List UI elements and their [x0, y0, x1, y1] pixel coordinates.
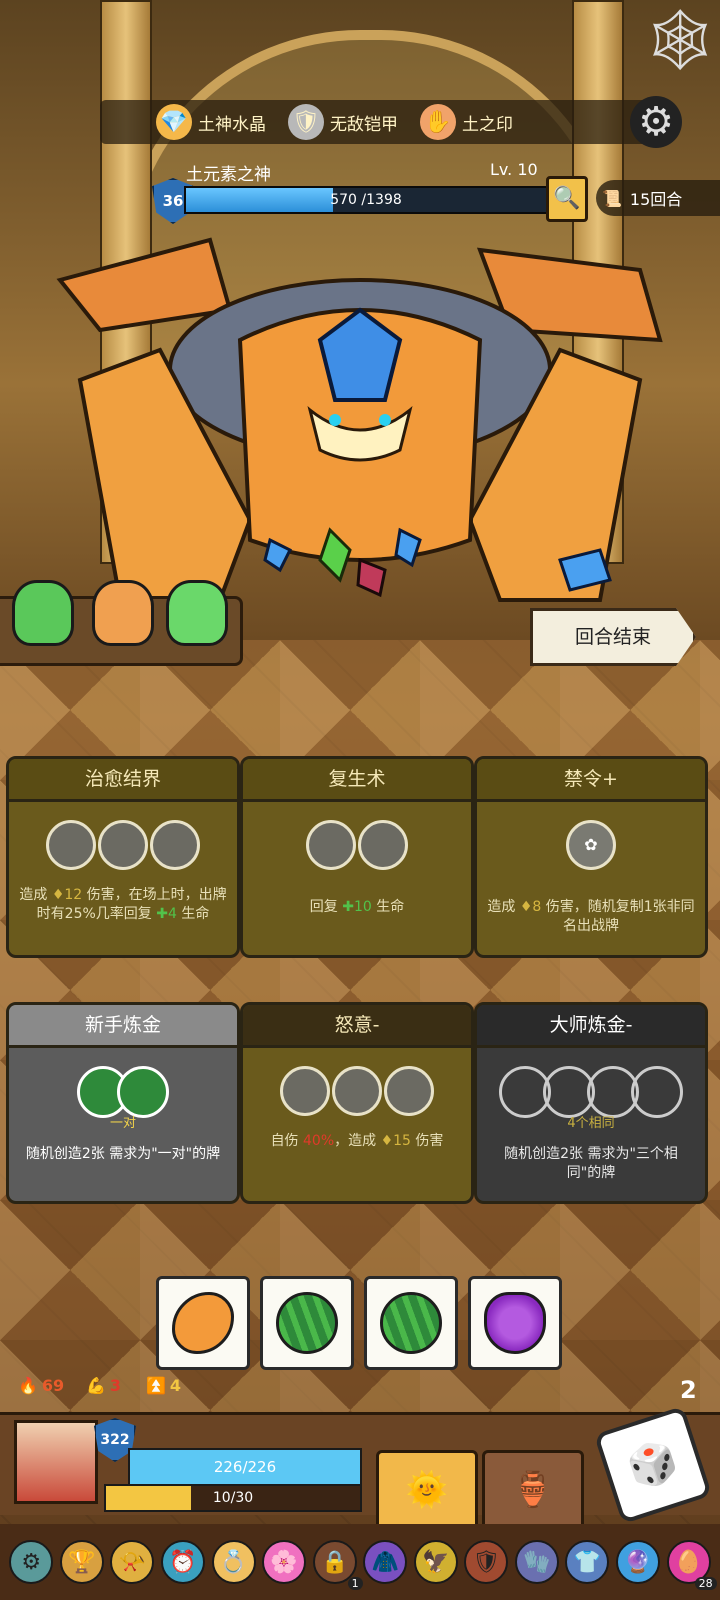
- relic-orb-icon[interactable]: 🔮: [616, 1540, 661, 1584]
- dice-slots: [477, 1066, 705, 1118]
- round-counter: 📜 15回合: [596, 180, 720, 216]
- energy-text: 10/30: [212, 1490, 254, 1506]
- inspect-magnifier-icon[interactable]: 🔍: [546, 176, 588, 222]
- die-watermelon[interactable]: [364, 1276, 458, 1370]
- player-portrait-avatar[interactable]: [14, 1420, 98, 1504]
- dice-slots: [9, 1066, 237, 1118]
- card-title: 新手炼金: [9, 1005, 237, 1048]
- die-mango[interactable]: [156, 1276, 250, 1370]
- empty-slot: [384, 1066, 434, 1116]
- sun-ability-icon: 🌞: [405, 1470, 449, 1510]
- earth-elemental-boss[interactable]: [40, 220, 680, 640]
- card-healing-barrier[interactable]: 治愈结界 造成 ♦12 伤害，在场上时，出牌时有25%几率回复 ✚4 生命: [6, 756, 240, 958]
- empty-slot: [306, 820, 356, 870]
- watermelon-icon: [276, 1292, 338, 1354]
- die-watermelon[interactable]: [260, 1276, 354, 1370]
- dice-slots: [243, 820, 471, 872]
- card-description: 自伤 40%，造成 ♦15 伤害: [270, 1133, 444, 1149]
- relic-claw-icon[interactable]: 🦅: [413, 1540, 458, 1584]
- card-title: 复生术: [243, 759, 471, 802]
- card-description: 随机创造2张 需求为"一对"的牌: [25, 1146, 221, 1162]
- fire-stat: 🔥 69: [18, 1376, 65, 1395]
- player-energy-bar: 10/30: [104, 1484, 362, 1512]
- card-title: 治愈结界: [9, 759, 237, 802]
- relic-lock-icon[interactable]: 🔒 1: [312, 1540, 363, 1590]
- dice-slots: [9, 820, 237, 872]
- boss-hp-text: 570 /1398: [330, 192, 402, 208]
- empty-slot: [332, 1066, 382, 1116]
- empty-slot: [631, 1066, 683, 1118]
- crystal-icon: 💎: [156, 104, 192, 140]
- pot-ability-icon: 🏺: [511, 1470, 555, 1510]
- relic-gauntlet-icon[interactable]: 🧤: [514, 1540, 559, 1584]
- relic-armor[interactable]: 🛡 无敌铠甲: [288, 102, 398, 142]
- empty-slot: [46, 820, 96, 870]
- fire-icon: 🔥: [18, 1376, 38, 1395]
- card-description: 回复 ✚10 生命: [309, 899, 405, 915]
- armor-icon: 🛡: [288, 104, 324, 140]
- watermelon-icon: [380, 1292, 442, 1354]
- seal-icon: ✋: [420, 104, 456, 140]
- chevron-up-icon: ⏫: [146, 1376, 166, 1395]
- card-title: 怒意-: [243, 1005, 471, 1048]
- card-title: 禁令+: [477, 759, 705, 802]
- card-condition: 4个相同: [567, 1116, 615, 1131]
- relic-bar: ⚙ 🏆 📯 ⏰ 💍 🌸 🔒 1 🧥 🦅 🛡 🧤 👕 🔮 🥚 28: [0, 1524, 720, 1600]
- mango-icon: [172, 1292, 234, 1354]
- relic-tunic-icon[interactable]: 👕: [565, 1540, 610, 1584]
- relic-horn-icon[interactable]: 📯: [110, 1540, 155, 1584]
- grapes-icon: [484, 1292, 546, 1354]
- card-prohibition-plus[interactable]: 禁令+ ✿ 造成 ♦8 伤害，随机复制1张非同名出战牌: [474, 756, 708, 958]
- settings-gear-icon[interactable]: ⚙: [630, 96, 682, 148]
- relic-egg-icon[interactable]: 🥚 28: [666, 1540, 717, 1590]
- relic-trophy-icon[interactable]: 🏆: [59, 1540, 104, 1584]
- spiderweb-icon: 🕸: [641, 5, 719, 75]
- boss-hp-bar: 570 /1398: [184, 186, 548, 214]
- relic-flower-icon[interactable]: 🌸: [262, 1540, 307, 1584]
- green-bottle-potion-icon[interactable]: [166, 580, 228, 646]
- end-turn-button[interactable]: 回合结束: [530, 608, 696, 666]
- strength-stat: 💪 3: [86, 1376, 122, 1395]
- card-description: 造成 ♦8 伤害，随机复制1张非同名出战牌: [487, 899, 695, 934]
- empty-slot: [358, 820, 408, 870]
- arm-icon: 💪: [86, 1376, 106, 1395]
- empty-slot: [150, 820, 200, 870]
- boss-name: 土元素之神: [186, 165, 271, 185]
- relic-shield-icon[interactable]: 🛡: [464, 1540, 509, 1584]
- card-title: 大师炼金-: [477, 1005, 705, 1048]
- card-condition: 一对: [109, 1116, 136, 1131]
- boss-level: Lv. 10: [490, 160, 538, 179]
- relic-earth-crystal[interactable]: 💎 土神水晶: [156, 102, 266, 142]
- card-description: 随机创造2张 需求为"三个相同"的牌: [504, 1146, 678, 1181]
- relic-clock-icon[interactable]: ⏰: [160, 1540, 205, 1584]
- reroll-count: 2: [680, 1376, 697, 1404]
- relic-cog-icon[interactable]: ⚙: [9, 1540, 54, 1584]
- gold-stat: ⏫ 4: [146, 1376, 182, 1395]
- player-hp-bar: 226/226: [128, 1448, 362, 1486]
- empty-slot: [280, 1066, 330, 1116]
- ability-button-sun[interactable]: 🌞: [376, 1450, 478, 1530]
- green-potion-icon[interactable]: [12, 580, 74, 646]
- relic-earth-seal[interactable]: ✋ 土之印: [420, 102, 513, 142]
- card-description: 造成 ♦12 伤害，在场上时，出牌时有25%几率回复 ✚4 生命: [19, 887, 227, 922]
- scroll-icon: 📜: [602, 188, 622, 208]
- dice-slots: ✿: [477, 820, 705, 872]
- die-grapes[interactable]: [468, 1276, 562, 1370]
- card-novice-alchemy[interactable]: 新手炼金 一对 随机创造2张 需求为"一对"的牌: [6, 1002, 240, 1204]
- card-resurrection[interactable]: 复生术 回复 ✚10 生命: [240, 756, 474, 958]
- card-master-alchemy-minus[interactable]: 大师炼金- 4个相同 随机创造2张 需求为"三个相同"的牌: [474, 1002, 708, 1204]
- special-slot-icon: ✿: [566, 820, 616, 870]
- orange-potion-icon[interactable]: [92, 580, 154, 646]
- dice-slots: [243, 1066, 471, 1118]
- watermelon-slot-icon: [117, 1066, 169, 1118]
- card-rage-minus[interactable]: 怒意- 自伤 40%，造成 ♦15 伤害: [240, 1002, 474, 1204]
- ability-button-pot[interactable]: 🏺: [482, 1450, 584, 1530]
- relic-cape-icon[interactable]: 🧥: [363, 1540, 408, 1584]
- relic-ring-icon[interactable]: 💍: [211, 1540, 256, 1584]
- empty-slot: [98, 820, 148, 870]
